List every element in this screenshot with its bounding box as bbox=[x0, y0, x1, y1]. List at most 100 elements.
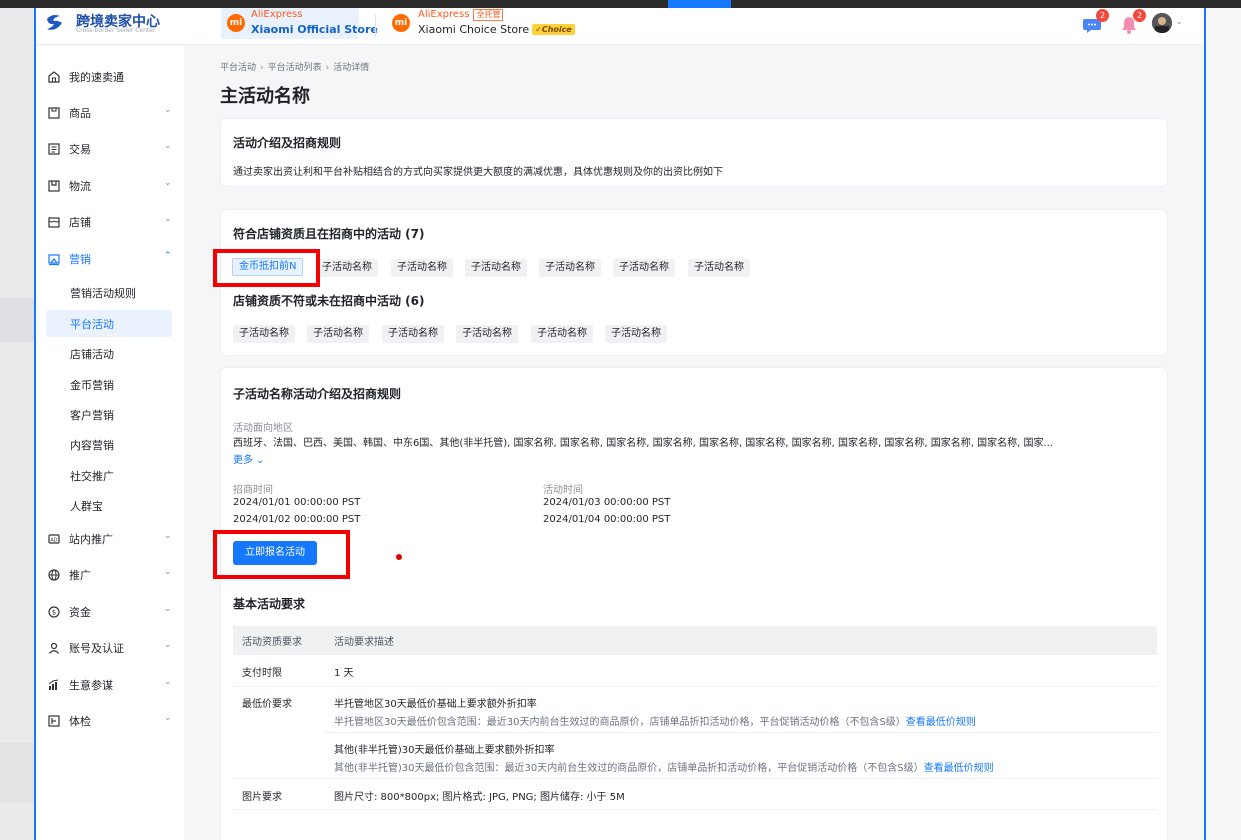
message-badge: 2 bbox=[1096, 9, 1109, 22]
req-value: 半托管地区30天最低价基础上要求额外折扣率 半托管地区30天最低价包含范围：最近… bbox=[325, 686, 1157, 733]
sidebar-item-onsite-ads[interactable]: AD 站内推广 ⌄ bbox=[36, 524, 184, 554]
intro-text: 通过卖家出资让利和平台补贴相结合的方式向买家提供更大额度的满减优惠，具体优惠规则… bbox=[233, 167, 723, 178]
browser-active-tab[interactable] bbox=[668, 0, 731, 8]
sidebar-item-label: 物流 bbox=[69, 180, 91, 193]
activity-chip[interactable]: 子活动名称 bbox=[382, 325, 444, 343]
chevron-down-icon[interactable]: ⌄ bbox=[1176, 17, 1183, 26]
mi-store-icon: mi bbox=[227, 14, 245, 32]
sidebar-subitem-customer-marketing[interactable]: 客户营销 bbox=[46, 401, 172, 428]
left-backdrop bbox=[0, 8, 34, 840]
sidebar-item-promotion[interactable]: 推广 ⌄ bbox=[36, 560, 184, 590]
intro-card: 活动介绍及招商规则 通过卖家出资让利和平台补贴相结合的方式向买家提供更大额度的满… bbox=[220, 118, 1168, 187]
sidebar-item-analytics[interactable]: 生意参谋 ⌄ bbox=[36, 670, 184, 700]
requirements-title: 基本活动要求 bbox=[233, 597, 306, 611]
sidebar-subitem-marketing-rules[interactable]: 营销活动规则 bbox=[46, 279, 172, 306]
notification-button[interactable]: 2 bbox=[1119, 9, 1146, 35]
chevron-down-icon: ⌄ bbox=[164, 713, 172, 723]
sidebar-item-store[interactable]: 店铺 ⌄ bbox=[36, 207, 184, 237]
table-header: 活动资质要求 bbox=[233, 626, 325, 655]
sidebar-item-label: 生意参谋 bbox=[69, 679, 113, 692]
activity-chip[interactable]: 子活动名称 bbox=[233, 325, 295, 343]
user-avatar[interactable] bbox=[1152, 13, 1172, 33]
recruit-end: 2024/01/02 00:00:00 PST bbox=[233, 514, 361, 525]
chevron-down-icon: ⌄ bbox=[164, 567, 172, 577]
activity-chip[interactable]: 子活动名称 bbox=[605, 325, 667, 343]
intro-title: 活动介绍及招商规则 bbox=[233, 136, 342, 150]
sidebar: 我的速卖通 商品 ⌄ 交易 ⌄ 物流 ⌄ 店铺 ⌄ 营销 ⌃ 营销活动规则 平台… bbox=[36, 46, 184, 840]
sidebar-subitem-platform-activities[interactable]: 平台活动 bbox=[46, 310, 172, 337]
sidebar-item-label: 资金 bbox=[69, 606, 91, 619]
subitem-label: 营销活动规则 bbox=[70, 287, 136, 300]
globe-icon bbox=[48, 569, 60, 581]
price-sub-1: 半托管地区30天最低价包含范围：最近30天内前台生效过的商品原价，店铺单品折扣活… bbox=[334, 716, 976, 728]
price-sub-2: 其他(非半托管)30天最低价包含范围：最近30天内前台生效过的商品原价，店铺单品… bbox=[334, 762, 994, 774]
sidebar-subitem-social-promotion[interactable]: 社交推广 bbox=[46, 462, 172, 489]
sub-activity-card: 子活动名称活动介绍及招商规则 活动面向地区 西班牙、法国、巴西、美国、韩国、中东… bbox=[220, 367, 1168, 840]
chevron-down-icon: ⌄ bbox=[164, 677, 172, 687]
logistics-icon bbox=[48, 180, 60, 192]
sidebar-item-label: 推广 bbox=[69, 569, 91, 582]
breadcrumb: 平台活动 › 平台活动列表 › 活动详情 bbox=[220, 63, 370, 73]
recruit-start: 2024/01/01 00:00:00 PST bbox=[233, 497, 361, 508]
activity-chip[interactable]: 子活动名称 bbox=[539, 259, 601, 277]
mi-store-icon: mi bbox=[392, 14, 410, 32]
sidebar-subitem-store-activities[interactable]: 店铺活动 bbox=[46, 340, 172, 367]
sidebar-item-marketing[interactable]: 营销 ⌃ bbox=[36, 244, 184, 274]
lowest-price-rule-link[interactable]: 查看最低价规则 bbox=[906, 717, 976, 728]
highlight-box-button bbox=[213, 530, 350, 579]
managed-tag: 全托管 bbox=[473, 9, 504, 21]
sidebar-subitem-coin-marketing[interactable]: 金币营销 bbox=[46, 371, 172, 398]
store-brand: AliExpress bbox=[251, 9, 303, 20]
activity-chip[interactable]: 子活动名称 bbox=[613, 259, 675, 277]
chevron-down-icon: ⌄ bbox=[164, 178, 172, 188]
activity-chip[interactable]: 子活动名称 bbox=[307, 325, 369, 343]
subitem-label: 社交推广 bbox=[70, 470, 114, 483]
sidebar-item-funds[interactable]: $ 资金 ⌄ bbox=[36, 597, 184, 627]
req-value: 图片尺寸: 800*800px; 图片格式: JPG, PNG; 图片储存: 小… bbox=[325, 778, 1157, 810]
sidebar-item-account[interactable]: 账号及认证 ⌄ bbox=[36, 633, 184, 663]
sidebar-item-label: 站内推广 bbox=[69, 533, 113, 546]
breadcrumb-item: 活动详情 bbox=[333, 63, 370, 73]
sidebar-item-trade[interactable]: 交易 ⌄ bbox=[36, 134, 184, 164]
activity-start: 2024/01/03 00:00:00 PST bbox=[543, 497, 671, 508]
ad-icon: AD bbox=[48, 534, 60, 544]
activity-chip[interactable]: 子活动名称 bbox=[456, 325, 518, 343]
activity-chip[interactable]: 子活动名称 bbox=[391, 259, 453, 277]
sidebar-subitem-crowd[interactable]: 人群宝 bbox=[46, 492, 172, 519]
sidebar-subitem-content-marketing[interactable]: 内容营销 bbox=[46, 431, 172, 458]
activity-chip[interactable]: 子活动名称 bbox=[316, 259, 378, 277]
eligible-activities-title: 符合店铺资质且在招商中的活动 (7) bbox=[233, 227, 425, 241]
store-brand-row: AliExpress 全托管 bbox=[418, 9, 504, 21]
store-switch-official[interactable]: mi AliExpress Xiaomi Official Store bbox=[221, 8, 378, 39]
sidebar-item-label: 店铺 bbox=[69, 216, 91, 229]
sidebar-item-checkup[interactable]: 体检 ⌄ bbox=[36, 706, 184, 736]
activity-end: 2024/01/04 00:00:00 PST bbox=[543, 514, 671, 525]
breadcrumb-item[interactable]: 平台活动列表 bbox=[268, 63, 322, 73]
price-main-1: 半托管地区30天最低价基础上要求额外折扣率 bbox=[334, 698, 537, 710]
fund-icon: $ bbox=[48, 606, 60, 618]
sidebar-item-logistics[interactable]: 物流 ⌄ bbox=[36, 171, 184, 201]
chevron-down-icon: ⌄ bbox=[164, 531, 172, 541]
req-label: 最低价要求 bbox=[233, 686, 325, 779]
subitem-label: 人群宝 bbox=[70, 500, 103, 513]
req-label: 图片要求 bbox=[233, 778, 325, 810]
more-link[interactable]: 更多 ⌄ bbox=[233, 451, 265, 466]
table-row: 最低价要求 半托管地区30天最低价基础上要求额外折扣率 半托管地区30天最低价包… bbox=[233, 686, 1157, 779]
message-button[interactable]: 2 bbox=[1082, 9, 1109, 35]
activity-chip[interactable]: 子活动名称 bbox=[465, 259, 527, 277]
activity-chip[interactable]: 子活动名称 bbox=[531, 325, 593, 343]
activities-card: 符合店铺资质且在招商中的活动 (7) 金币抵扣前N 子活动名称 子活动名称 子活… bbox=[220, 209, 1168, 356]
sidebar-item-products[interactable]: 商品 ⌄ bbox=[36, 98, 184, 128]
activity-chip[interactable]: 子活动名称 bbox=[688, 259, 750, 277]
chevron-down-icon: ⌄ bbox=[164, 640, 172, 650]
recruit-time-label: 招商时间 bbox=[233, 485, 273, 496]
store-name-row: Xiaomi Choice Store ✓Choice bbox=[418, 23, 575, 36]
sidebar-item-home[interactable]: 我的速卖通 bbox=[36, 62, 184, 92]
lowest-price-rule-link[interactable]: 查看最低价规则 bbox=[924, 763, 994, 774]
ineligible-activities-title: 店铺资质不符或未在招商中活动 (6) bbox=[233, 294, 425, 308]
breadcrumb-item[interactable]: 平台活动 bbox=[220, 63, 256, 73]
svg-text:$: $ bbox=[52, 609, 56, 617]
store-name: Xiaomi Official Store bbox=[251, 23, 378, 36]
store-switch-choice[interactable]: mi AliExpress 全托管 Xiaomi Choice Store ✓Cho… bbox=[388, 8, 588, 39]
app-window: 跨境卖家中心 Cross-border Seller Center mi Ali… bbox=[34, 8, 1206, 840]
